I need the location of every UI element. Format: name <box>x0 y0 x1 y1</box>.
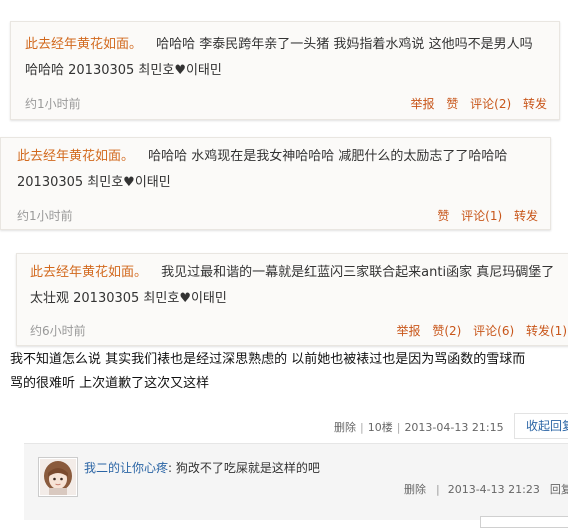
floor-number: 10楼 <box>367 421 393 434</box>
floor-meta: 删除 | 10楼 | 2013-04-13 21:15 <box>334 419 504 435</box>
comment-author[interactable]: 此去经年黄花如面 <box>17 149 121 164</box>
forward-link[interactable]: 转发 <box>514 209 538 223</box>
divider: | <box>396 421 401 434</box>
post-line: 我不知道怎么说 其实我们裱也是经过深思熟虑的 以前她也被裱过也是因为骂函数的雪球… <box>10 352 526 367</box>
post-line: 骂的很难听 上次道歉了这次又这样 <box>10 376 210 391</box>
comment-actions: 赞 评论(1) 转发 <box>437 207 538 224</box>
reply-meta: 删除 | 2013-4-13 21:23 回复 <box>404 481 568 497</box>
comment-link[interactable]: 评论(6) <box>473 324 514 338</box>
divider: | <box>360 421 364 434</box>
comment-card: 此去经年黄花如面。 我见过最和谐的一幕就是红蓝闪三家联合起来anti函家 真尼玛… <box>16 253 568 346</box>
comment-card: 此去经年黄花如面。 哈哈哈 李泰民跨年亲了一头猪 我妈指着水鸡说 这他吗不是男人… <box>10 21 560 120</box>
post-body: 我不知道怎么说 其实我们裱也是经过深思熟虑的 以前她也被裱过也是因为骂函数的雪球… <box>10 348 568 396</box>
comment-card: 此去经年黄花如面。 哈哈哈 水鸡现在是我女神哈哈哈 减肥什么的太励志了了哈哈哈 … <box>0 137 551 230</box>
report-link[interactable]: 举报 <box>410 97 434 111</box>
reply-colon: : <box>168 461 173 475</box>
reply-button[interactable]: 回复 <box>550 483 568 496</box>
delete-link[interactable]: 删除 <box>334 421 356 434</box>
comment-content: 此去经年黄花如面。 哈哈哈 李泰民跨年亲了一头猪 我妈指着水鸡说 这他吗不是男人… <box>25 32 545 84</box>
comment-time: 约6小时前 <box>30 324 86 338</box>
comment-link[interactable]: 评论(1) <box>461 209 502 223</box>
collapse-replies-button[interactable]: 收起回复 <box>514 413 568 439</box>
avatar[interactable] <box>38 457 78 497</box>
forward-link[interactable]: 转发(1) <box>526 324 567 338</box>
reply-section: 我二的让你心疼: 狗改不了吃屎就是这样的吧 删除 | 2013-4-13 21:23… <box>24 443 568 528</box>
like-link[interactable]: 赞 <box>446 97 458 111</box>
comment-author[interactable]: 此去经年黄花如面 <box>25 37 129 52</box>
reply-input[interactable] <box>480 516 568 528</box>
reply-username[interactable]: 我二的让你心疼 <box>84 461 168 475</box>
report-link[interactable]: 举报 <box>397 324 421 338</box>
comment-content: 此去经年黄花如面。 我见过最和谐的一幕就是红蓝闪三家联合起来anti函家 真尼玛… <box>30 260 555 312</box>
reply-delete-link[interactable]: 删除 <box>404 483 426 496</box>
comment-actions: 举报 赞 评论(2) 转发 <box>410 95 547 112</box>
comment-author[interactable]: 此去经年黄花如面 <box>30 265 134 280</box>
like-link[interactable]: 赞 <box>437 209 449 223</box>
like-link[interactable]: 赞(2) <box>432 324 461 338</box>
comment-time: 约1小时前 <box>25 97 81 111</box>
author-separator: 。 <box>121 149 135 164</box>
avatar-image <box>40 459 76 495</box>
forward-link[interactable]: 转发 <box>523 97 547 111</box>
post-timestamp: 2013-04-13 21:15 <box>404 421 504 434</box>
reply-timestamp: 2013-4-13 21:23 <box>447 483 540 496</box>
comment-content: 此去经年黄花如面。 哈哈哈 水鸡现在是我女神哈哈哈 减肥什么的太励志了了哈哈哈 … <box>17 144 537 196</box>
reply-text: 狗改不了吃屎就是这样的吧 <box>175 461 320 475</box>
reply-content: 我二的让你心疼: 狗改不了吃屎就是这样的吧 <box>84 459 320 476</box>
author-separator: 。 <box>129 37 143 52</box>
comment-time: 约1小时前 <box>17 209 73 223</box>
divider: | <box>436 483 440 496</box>
floor-meta-bar: 删除|10楼|2013-04-13 21:15 收起回复 <box>0 413 568 439</box>
comment-link[interactable]: 评论(2) <box>470 97 511 111</box>
author-separator: 。 <box>134 265 148 280</box>
comment-actions: 举报 赞(2) 评论(6) 转发(1) <box>397 322 568 339</box>
